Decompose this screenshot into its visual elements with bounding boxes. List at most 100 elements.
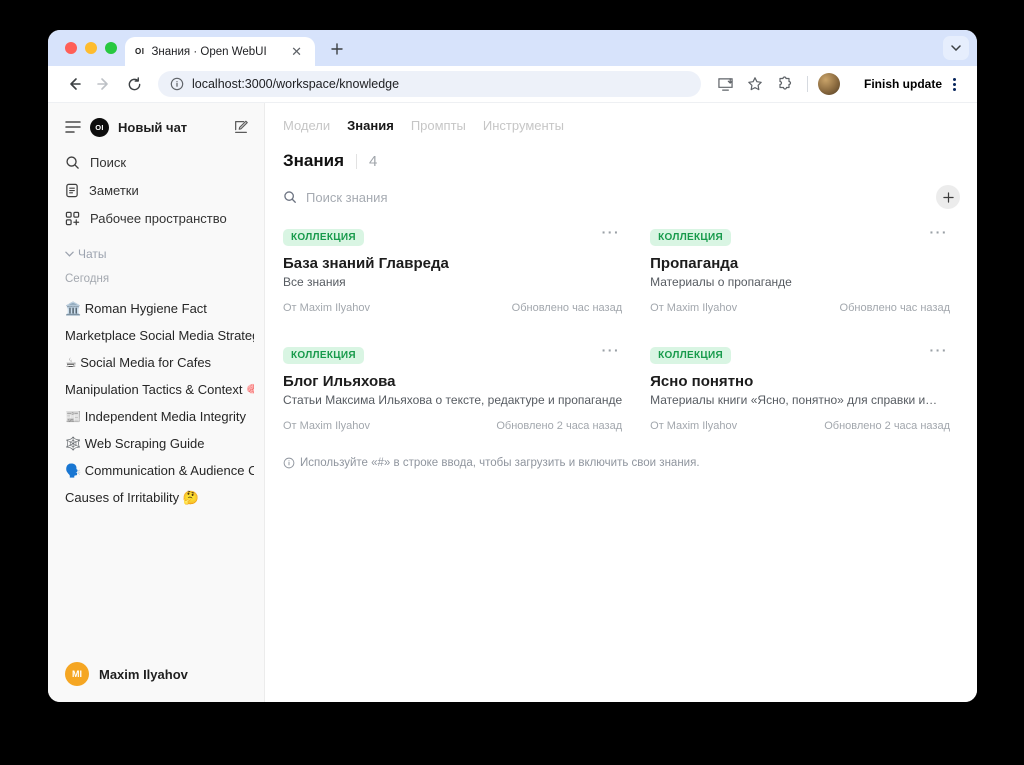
- card-title: База знаний Главреда: [283, 255, 449, 272]
- title-divider: [356, 153, 358, 169]
- install-app-button[interactable]: [713, 72, 737, 96]
- tab-favicon-icon: OI: [135, 47, 145, 56]
- url-bar[interactable]: localhost:3000/workspace/knowledge: [158, 71, 701, 97]
- card-menu-icon[interactable]: ···: [602, 225, 621, 239]
- chat-list-item[interactable]: Manipulation Tactics & Context 🧠: [48, 376, 264, 403]
- close-window-button[interactable]: [65, 42, 77, 54]
- chat-list-item[interactable]: ☕ Social Media for Cafes: [48, 349, 264, 376]
- card-title: Ясно понятно: [650, 373, 754, 390]
- knowledge-card[interactable]: КОЛЛЕКЦИЯ ··· Блог Ильяхова Статьи Макси…: [283, 343, 622, 434]
- workspace-icon: [65, 211, 80, 225]
- back-arrow-icon: [70, 78, 81, 90]
- tab-knowledge[interactable]: Знания: [347, 118, 394, 133]
- browser-tab-active[interactable]: OI Знания · Open WebUI ✕: [125, 37, 315, 66]
- chevron-down-icon: [951, 45, 961, 51]
- zoom-window-button[interactable]: [105, 42, 117, 54]
- chat-list-item[interactable]: 🕸️ Web Scraping Guide: [48, 430, 264, 457]
- sidebar-toggle-icon[interactable]: [65, 120, 81, 134]
- page-title: Знания: [283, 151, 345, 170]
- sidebar: OI Новый чат Поиск Заметки Рабочее прост…: [48, 103, 265, 702]
- reload-button[interactable]: [122, 72, 146, 96]
- knowledge-card[interactable]: КОЛЛЕКЦИЯ ··· Ясно понятно Материалы кни…: [650, 343, 950, 434]
- browser-profile-avatar[interactable]: [818, 73, 840, 95]
- collection-badge: КОЛЛЕКЦИЯ: [283, 347, 364, 364]
- sidebar-item-workspace[interactable]: Рабочее пространство: [48, 204, 264, 232]
- card-updated: Обновлено 2 часа назад: [496, 420, 623, 432]
- tab-prompts[interactable]: Промпты: [411, 118, 466, 133]
- card-menu-icon[interactable]: ···: [930, 343, 949, 357]
- star-icon: [748, 77, 762, 91]
- workspace-tabs: Модели Знания Промпты Инструменты: [283, 118, 950, 133]
- chat-list-item[interactable]: Marketplace Social Media Strategy: [48, 322, 264, 349]
- chats-section-header[interactable]: Чаты: [48, 242, 264, 266]
- finish-update-label: Finish update: [864, 77, 942, 91]
- knowledge-card[interactable]: КОЛЛЕКЦИЯ ··· Пропаганда Материалы о про…: [650, 225, 950, 316]
- finish-update-button[interactable]: Finish update: [852, 71, 967, 97]
- chat-list-item[interactable]: 🗣️ Communication & Audience Cor: [48, 457, 264, 484]
- tab-tools[interactable]: Инструменты: [483, 118, 564, 133]
- knowledge-card-grid: КОЛЛЕКЦИЯ ··· База знаний Главреда Все з…: [283, 225, 950, 434]
- collection-badge: КОЛЛЕКЦИЯ: [283, 229, 364, 246]
- openwebui-logo: OI: [90, 117, 109, 137]
- sidebar-item-label: Поиск: [90, 154, 127, 170]
- new-chat-label[interactable]: Новый чат: [118, 120, 224, 135]
- forward-arrow-icon: [97, 78, 108, 90]
- url-text[interactable]: localhost:3000/workspace/knowledge: [192, 77, 399, 91]
- browser-tabstrip: OI Знания · Open WebUI ✕: [48, 30, 977, 66]
- card-menu-icon[interactable]: ···: [602, 343, 621, 357]
- browser-window: OI Знания · Open WebUI ✕ localhost:3000/…: [48, 30, 977, 702]
- chats-section-label: Чаты: [78, 247, 107, 261]
- plus-icon: [942, 191, 954, 203]
- add-knowledge-button[interactable]: [936, 185, 960, 209]
- chat-list-item[interactable]: 🏛️ Roman Hygiene Fact: [48, 295, 264, 322]
- window-controls: [65, 42, 117, 54]
- card-description: Материалы книги «Ясно, понятно» для спра…: [650, 393, 938, 407]
- user-name: Maxim Ilyahov: [99, 666, 188, 682]
- browser-menu-icon[interactable]: [948, 74, 961, 95]
- tab-search-button[interactable]: [943, 36, 969, 60]
- extensions-button[interactable]: [773, 72, 797, 96]
- card-author: От Maxim Ilyahov: [283, 302, 370, 314]
- card-description: Все знания: [283, 275, 346, 289]
- sidebar-item-label: Рабочее пространство: [90, 210, 227, 226]
- card-title: Пропаганда: [650, 255, 739, 272]
- tab-title: Знания · Open WebUI: [151, 45, 267, 58]
- knowledge-search-input[interactable]: [306, 189, 927, 205]
- user-avatar: MI: [65, 662, 89, 686]
- search-icon: [66, 155, 79, 169]
- new-chat-icon[interactable]: [233, 119, 249, 135]
- knowledge-page: Модели Знания Промпты Инструменты Знания…: [265, 103, 977, 702]
- card-author: От Maxim Ilyahov: [283, 420, 370, 432]
- sidebar-item-notes[interactable]: Заметки: [48, 176, 264, 204]
- knowledge-hint: Используйте «#» в строке ввода, чтобы за…: [283, 457, 950, 469]
- puzzle-icon: [779, 76, 792, 90]
- forward-button[interactable]: [92, 72, 116, 96]
- plus-icon: [331, 43, 343, 55]
- card-author: От Maxim Ilyahov: [650, 302, 738, 314]
- card-updated: Обновлено 2 часа назад: [824, 420, 950, 432]
- sidebar-item-label: Заметки: [89, 182, 139, 198]
- site-info-icon[interactable]: [170, 77, 184, 91]
- hint-text: Используйте «#» в строке ввода, чтобы за…: [300, 457, 700, 469]
- chevron-down-icon: [65, 251, 74, 257]
- sidebar-item-search[interactable]: Поиск: [48, 148, 264, 176]
- knowledge-count: 4: [369, 152, 378, 170]
- collection-badge: КОЛЛЕКЦИЯ: [650, 347, 731, 364]
- card-author: От Maxim Ilyahov: [650, 420, 738, 432]
- user-menu[interactable]: MI Maxim Ilyahov: [48, 650, 264, 702]
- bookmark-button[interactable]: [743, 72, 767, 96]
- tab-models[interactable]: Модели: [283, 118, 330, 133]
- toolbar-divider: [807, 76, 808, 92]
- chat-list-item[interactable]: Causes of Irritability 🤔: [48, 484, 264, 511]
- knowledge-card[interactable]: КОЛЛЕКЦИЯ ··· База знаний Главреда Все з…: [283, 225, 622, 316]
- new-tab-button[interactable]: [325, 37, 349, 61]
- browser-toolbar: localhost:3000/workspace/knowledge Finis…: [48, 66, 977, 103]
- chats-date-group: Сегодня: [65, 273, 110, 285]
- back-button[interactable]: [62, 72, 86, 96]
- minimize-window-button[interactable]: [85, 42, 97, 54]
- card-menu-icon[interactable]: ···: [930, 225, 949, 239]
- chat-list-item[interactable]: 📰 Independent Media Integrity: [48, 403, 264, 430]
- notes-icon: [66, 183, 78, 197]
- card-updated: Обновлено час назад: [839, 302, 950, 314]
- tab-close-icon[interactable]: ✕: [288, 43, 305, 60]
